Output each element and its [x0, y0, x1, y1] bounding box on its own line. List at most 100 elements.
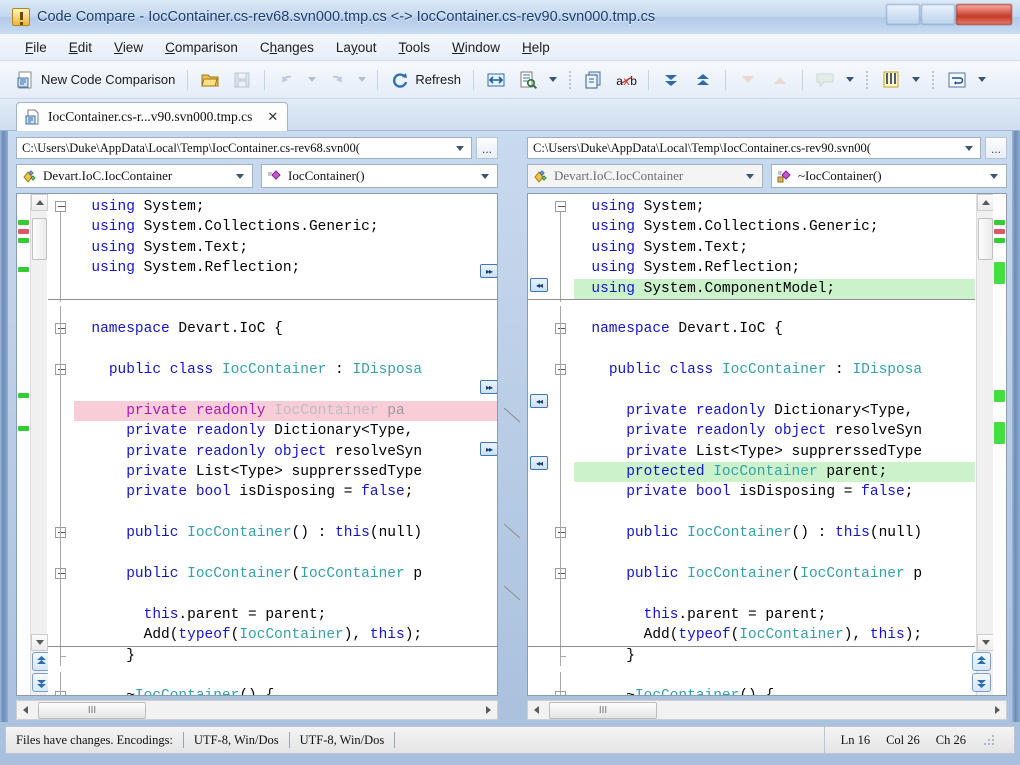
code-line[interactable]: using System.Reflection;: [74, 258, 497, 278]
code-line[interactable]: [74, 340, 497, 360]
code-line[interactable]: [574, 544, 975, 564]
left-member-combo-arrow[interactable]: [481, 174, 489, 179]
right-scroll-thumb[interactable]: [978, 218, 993, 260]
menu-edit[interactable]: Edit: [58, 37, 103, 58]
save-button[interactable]: [226, 66, 258, 94]
right-editor[interactable]: using System; using System.Collections.G…: [527, 193, 1007, 696]
code-line[interactable]: using System.ComponentModel;: [574, 279, 975, 299]
code-line[interactable]: public class IocContainer : IDisposa: [74, 360, 497, 380]
undo-dropdown-arrow[interactable]: [308, 77, 316, 82]
code-line[interactable]: using System;: [574, 197, 975, 217]
right-hscroll-right-button[interactable]: [989, 701, 1006, 719]
right-fold-column[interactable]: [548, 194, 574, 695]
code-line[interactable]: public IocContainer(IocContainer p: [74, 564, 497, 584]
tab-close-icon[interactable]: ✕: [267, 109, 278, 125]
code-line[interactable]: private List<Type> supprerssedType: [574, 442, 975, 462]
left-fold-column[interactable]: [48, 194, 74, 695]
copy-to-right-chip[interactable]: ▸▸: [480, 380, 497, 394]
code-line[interactable]: private readonly object resolveSyn: [74, 442, 497, 462]
code-line[interactable]: public IocContainer() : this(null): [574, 523, 975, 543]
resize-grip-icon[interactable]: [982, 733, 996, 747]
left-scroll-down-button[interactable]: [31, 634, 48, 651]
right-horizontal-scrollbar[interactable]: III: [527, 700, 1007, 720]
code-line[interactable]: [574, 666, 975, 686]
code-line[interactable]: public IocContainer(IocContainer p: [574, 564, 975, 584]
right-type-combo-arrow[interactable]: [746, 174, 754, 179]
right-browse-button[interactable]: ...: [985, 137, 1007, 159]
redo-dropdown-arrow[interactable]: [358, 77, 366, 82]
code-line[interactable]: [574, 299, 975, 319]
code-line[interactable]: [574, 503, 975, 523]
code-line[interactable]: using System.Collections.Generic;: [574, 217, 975, 237]
left-editor[interactable]: using System; using System.Collections.G…: [16, 193, 498, 696]
code-line[interactable]: private readonly Dictionary<Type,: [74, 421, 497, 441]
left-type-combo[interactable]: Devart.IoC.IocContainer: [16, 164, 253, 188]
report-dropdown-arrow[interactable]: [549, 77, 557, 82]
comment-button[interactable]: [809, 66, 841, 94]
menu-comparison[interactable]: Comparison: [154, 37, 249, 58]
minimize-button[interactable]: [886, 4, 920, 25]
left-browse-button[interactable]: ...: [476, 137, 498, 159]
code-line[interactable]: using System.Text;: [574, 238, 975, 258]
code-line[interactable]: [574, 381, 975, 401]
code-line[interactable]: public IocContainer() : this(null): [74, 523, 497, 543]
code-line[interactable]: public class IocContainer : IDisposa: [574, 360, 975, 380]
new-code-comparison-button[interactable]: New Code Comparison: [10, 66, 181, 94]
code-line[interactable]: private bool isDisposing = false;: [574, 482, 975, 502]
right-scroll-down-button[interactable]: [977, 634, 994, 651]
copy-to-left-chip[interactable]: ◂◂: [530, 394, 548, 408]
code-line[interactable]: [574, 584, 975, 604]
code-line[interactable]: protected IocContainer parent;: [574, 462, 975, 482]
fold-collapse-icon[interactable]: [555, 201, 566, 212]
code-line[interactable]: [74, 381, 497, 401]
word-wrap-dropdown-arrow[interactable]: [978, 77, 986, 82]
right-change-overview-strip[interactable]: [993, 194, 1006, 695]
code-line[interactable]: using System.Collections.Generic;: [74, 217, 497, 237]
prev-change-button[interactable]: [687, 66, 719, 94]
left-vertical-scrollbar[interactable]: [30, 194, 47, 695]
code-line[interactable]: [74, 279, 497, 299]
right-code-lines[interactable]: using System; using System.Collections.G…: [574, 194, 975, 695]
menu-file[interactable]: File: [14, 37, 58, 58]
code-line[interactable]: using System.Reflection;: [574, 258, 975, 278]
copy-to-right-chip[interactable]: ▸▸: [480, 442, 497, 456]
left-scroll-thumb[interactable]: [32, 218, 47, 260]
next-file-button[interactable]: [732, 66, 764, 94]
fold-collapse-icon[interactable]: [55, 201, 66, 212]
left-scroll-up-button[interactable]: [31, 194, 48, 211]
right-type-combo[interactable]: Devart.IoC.IocContainer: [527, 164, 763, 188]
copy-to-left-chip[interactable]: ◂◂: [530, 278, 548, 292]
comment-dropdown-arrow[interactable]: [846, 77, 854, 82]
code-line[interactable]: Add(typeof(IocContainer), this);: [74, 625, 497, 645]
copy-to-left-chip[interactable]: ◂◂: [530, 456, 548, 470]
code-line[interactable]: this.parent = parent;: [74, 605, 497, 625]
right-member-combo[interactable]: ~IocContainer(): [771, 164, 1007, 188]
menu-layout[interactable]: Layout: [325, 37, 388, 58]
code-line[interactable]: ~IocContainer() {: [74, 686, 497, 695]
word-wrap-button[interactable]: [941, 66, 973, 94]
right-next-change-nav-button[interactable]: [972, 673, 991, 692]
code-line[interactable]: [74, 503, 497, 523]
menu-changes[interactable]: Changes: [249, 37, 325, 58]
code-line[interactable]: [74, 299, 497, 319]
right-member-combo-arrow[interactable]: [990, 174, 998, 179]
refresh-button[interactable]: Refresh: [384, 66, 467, 94]
code-line[interactable]: private readonly object resolveSyn: [574, 421, 975, 441]
redo-button[interactable]: [321, 66, 353, 94]
left-change-overview-strip[interactable]: [17, 194, 30, 695]
prev-file-button[interactable]: [764, 66, 796, 94]
code-line[interactable]: [74, 666, 497, 686]
left-hscroll-right-button[interactable]: [480, 701, 497, 719]
menu-view[interactable]: View: [103, 37, 154, 58]
compare-files-button[interactable]: [578, 66, 610, 94]
menu-tools[interactable]: Tools: [387, 37, 441, 58]
code-line[interactable]: [74, 544, 497, 564]
window-controls[interactable]: [886, 4, 1012, 25]
left-hscroll-left-button[interactable]: [17, 701, 34, 719]
left-member-combo[interactable]: IocContainer(): [261, 164, 498, 188]
code-line[interactable]: private readonly Dictionary<Type,: [574, 401, 975, 421]
maximize-button[interactable]: [921, 4, 955, 25]
ab-replace-button[interactable]: a x b: [610, 66, 642, 94]
close-button[interactable]: [956, 4, 1012, 25]
right-path-dropdown-arrow[interactable]: [965, 146, 973, 151]
